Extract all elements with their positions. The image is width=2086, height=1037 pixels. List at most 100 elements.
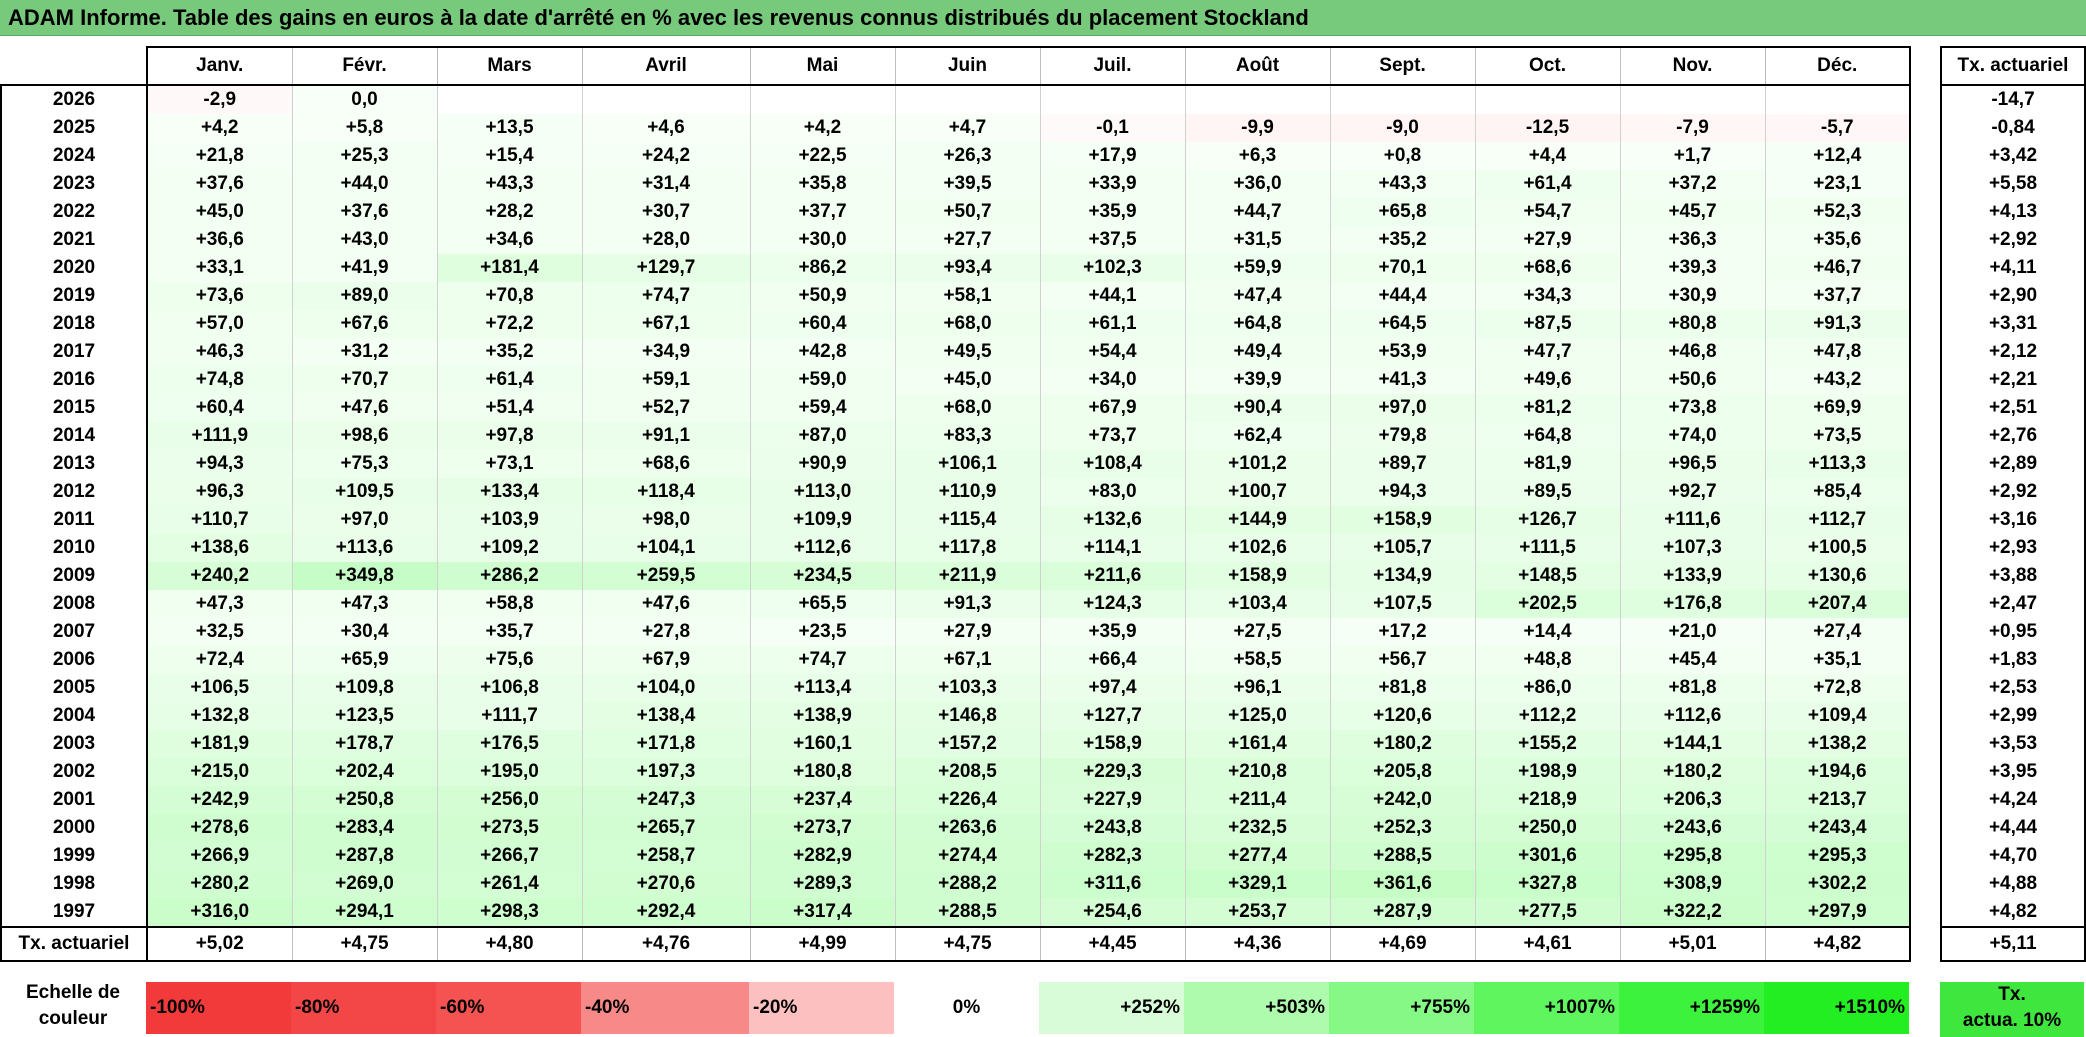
gain-cell: +265,7 — [581, 814, 750, 842]
table-row: 2016 +74,8 +70,7 +61,4 +59,1 +59,0 +45,0 +34,0 +… — [0, 366, 1911, 394]
gain-cell: +295,3 — [1764, 842, 1911, 870]
gain-cell: +37,6 — [291, 198, 437, 226]
gain-cell: +39,9 — [1184, 366, 1330, 394]
gain-cell: +247,3 — [581, 786, 750, 814]
table-row: 2013 +94,3 +75,3 +73,1 +68,6 +90,9 +106,1 +108,… — [0, 450, 1911, 478]
table-row: 2026 -2,9 0,0 — [0, 85, 1911, 114]
gain-cell: +157,2 — [894, 730, 1040, 758]
rate-footer-row: +5,11 — [1940, 926, 2086, 962]
gain-cell: +242,0 — [1329, 786, 1475, 814]
gain-cell: +100,5 — [1764, 534, 1911, 562]
header-corner — [1, 47, 148, 86]
gain-cell: +110,7 — [147, 506, 292, 534]
rate-cell: +4,13 — [1940, 198, 2086, 226]
gain-cell: +158,9 — [1039, 730, 1185, 758]
table-row: 1997 +316,0 +294,1 +298,3 +292,4 +317,4 +288,5… — [0, 898, 1911, 927]
gain-cell: +106,8 — [436, 674, 582, 702]
gain-cell: +35,2 — [1329, 226, 1475, 254]
gain-cell: +138,9 — [749, 702, 895, 730]
year-label: 2021 — [0, 226, 148, 254]
rate-cell: +4,82 — [1940, 898, 2086, 927]
gain-cell: +59,4 — [749, 394, 895, 422]
gain-cell: +35,7 — [436, 618, 582, 646]
gain-cell: +30,9 — [1619, 282, 1765, 310]
gain-cell: +17,9 — [1039, 142, 1185, 170]
rate-row: -0,84 — [1940, 114, 2086, 142]
month-header: Sept. — [1329, 46, 1475, 86]
gain-cell: +73,1 — [436, 450, 582, 478]
gain-cell: +259,5 — [581, 562, 750, 590]
gain-cell — [1039, 85, 1185, 114]
gain-cell: +242,9 — [147, 786, 292, 814]
color-scale-rate-line2: actua. 10% — [1962, 1010, 2062, 1031]
gain-cell: +108,4 — [1039, 450, 1185, 478]
table-row: 2002 +215,0 +202,4 +195,0 +197,3 +180,8 +208,5… — [0, 758, 1911, 786]
gain-cell: +198,9 — [1474, 758, 1620, 786]
gain-cell: -12,5 — [1474, 114, 1620, 142]
rate-cell: +2,99 — [1940, 702, 2086, 730]
color-scale-step: +503% — [1184, 982, 1329, 1034]
year-label: 2024 — [0, 142, 148, 170]
table-row: 2022 +45,0 +37,6 +28,2 +30,7 +37,7 +50,7 +35,9 +… — [0, 198, 1911, 226]
color-scale-label: Echelle de couleur — [0, 980, 146, 1037]
gain-cell: +171,8 — [581, 730, 750, 758]
gain-cell: +317,4 — [749, 898, 895, 927]
gain-cell: +105,7 — [1329, 534, 1475, 562]
gain-cell: +160,1 — [749, 730, 895, 758]
gain-cell: +227,9 — [1039, 786, 1185, 814]
gain-cell: +107,3 — [1619, 534, 1765, 562]
rate-row: +2,92 — [1940, 226, 2086, 254]
year-label: 2013 — [0, 450, 148, 478]
gain-cell: +66,4 — [1039, 646, 1185, 674]
gain-cell: +273,7 — [749, 814, 895, 842]
year-label: 2003 — [0, 730, 148, 758]
gain-cell: +27,7 — [894, 226, 1040, 254]
rate-cell: +0,95 — [1940, 618, 2086, 646]
gain-cell: +59,0 — [749, 366, 895, 394]
table-row: 2003 +181,9 +178,7 +176,5 +171,8 +160,1 +157,2… — [0, 730, 1911, 758]
gain-cell: +97,8 — [436, 422, 582, 450]
year-label: 2023 — [0, 170, 148, 198]
gain-cell: +194,6 — [1764, 758, 1911, 786]
rate-footer-cell: +5,11 — [1940, 926, 2086, 962]
gain-cell: +295,8 — [1619, 842, 1765, 870]
gain-cell: +282,3 — [1039, 842, 1185, 870]
gain-cell: -9,9 — [1184, 114, 1330, 142]
gain-cell: +81,9 — [1474, 450, 1620, 478]
gain-cell: +73,5 — [1764, 422, 1911, 450]
gain-cell: +33,9 — [1039, 170, 1185, 198]
rate-row: +3,31 — [1940, 310, 2086, 338]
gain-cell: +134,9 — [1329, 562, 1475, 590]
gain-cell: +49,5 — [894, 338, 1040, 366]
rate-row: +2,21 — [1940, 366, 2086, 394]
gain-cell: +45,0 — [147, 198, 292, 226]
rate-cell: +4,24 — [1940, 786, 2086, 814]
gain-cell: +93,4 — [894, 254, 1040, 282]
footer-rate-cell: +4,75 — [291, 926, 437, 962]
rate-row: +2,93 — [1940, 534, 2086, 562]
gain-cell: +270,6 — [581, 870, 750, 898]
rate-header: Tx. actuariel — [1940, 46, 2086, 86]
gain-cell: +39,5 — [894, 170, 1040, 198]
gain-cell: +287,8 — [291, 842, 437, 870]
rate-row: +4,70 — [1940, 842, 2086, 870]
gain-cell: +138,6 — [147, 534, 292, 562]
gain-cell: +103,3 — [894, 674, 1040, 702]
gain-cell: +197,3 — [581, 758, 750, 786]
gain-cell: +181,4 — [436, 254, 582, 282]
color-scale-label-line2: couleur — [38, 1008, 108, 1029]
gain-cell: +261,4 — [436, 870, 582, 898]
gain-cell: +65,9 — [291, 646, 437, 674]
year-label: 2010 — [0, 534, 148, 562]
rate-cell: +4,44 — [1940, 814, 2086, 842]
month-header: Oct. — [1474, 46, 1620, 86]
gain-cell: +207,4 — [1764, 590, 1911, 618]
rate-cell: +3,16 — [1940, 506, 2086, 534]
color-scale-step: +1007% — [1474, 982, 1619, 1034]
gain-cell: +43,3 — [436, 170, 582, 198]
gain-cell: +26,3 — [894, 142, 1040, 170]
gain-cell: +22,5 — [749, 142, 895, 170]
gain-cell: +250,8 — [291, 786, 437, 814]
table-row: 1999 +266,9 +287,8 +266,7 +258,7 +282,9 +274,4… — [0, 842, 1911, 870]
gain-cell: +361,6 — [1329, 870, 1475, 898]
